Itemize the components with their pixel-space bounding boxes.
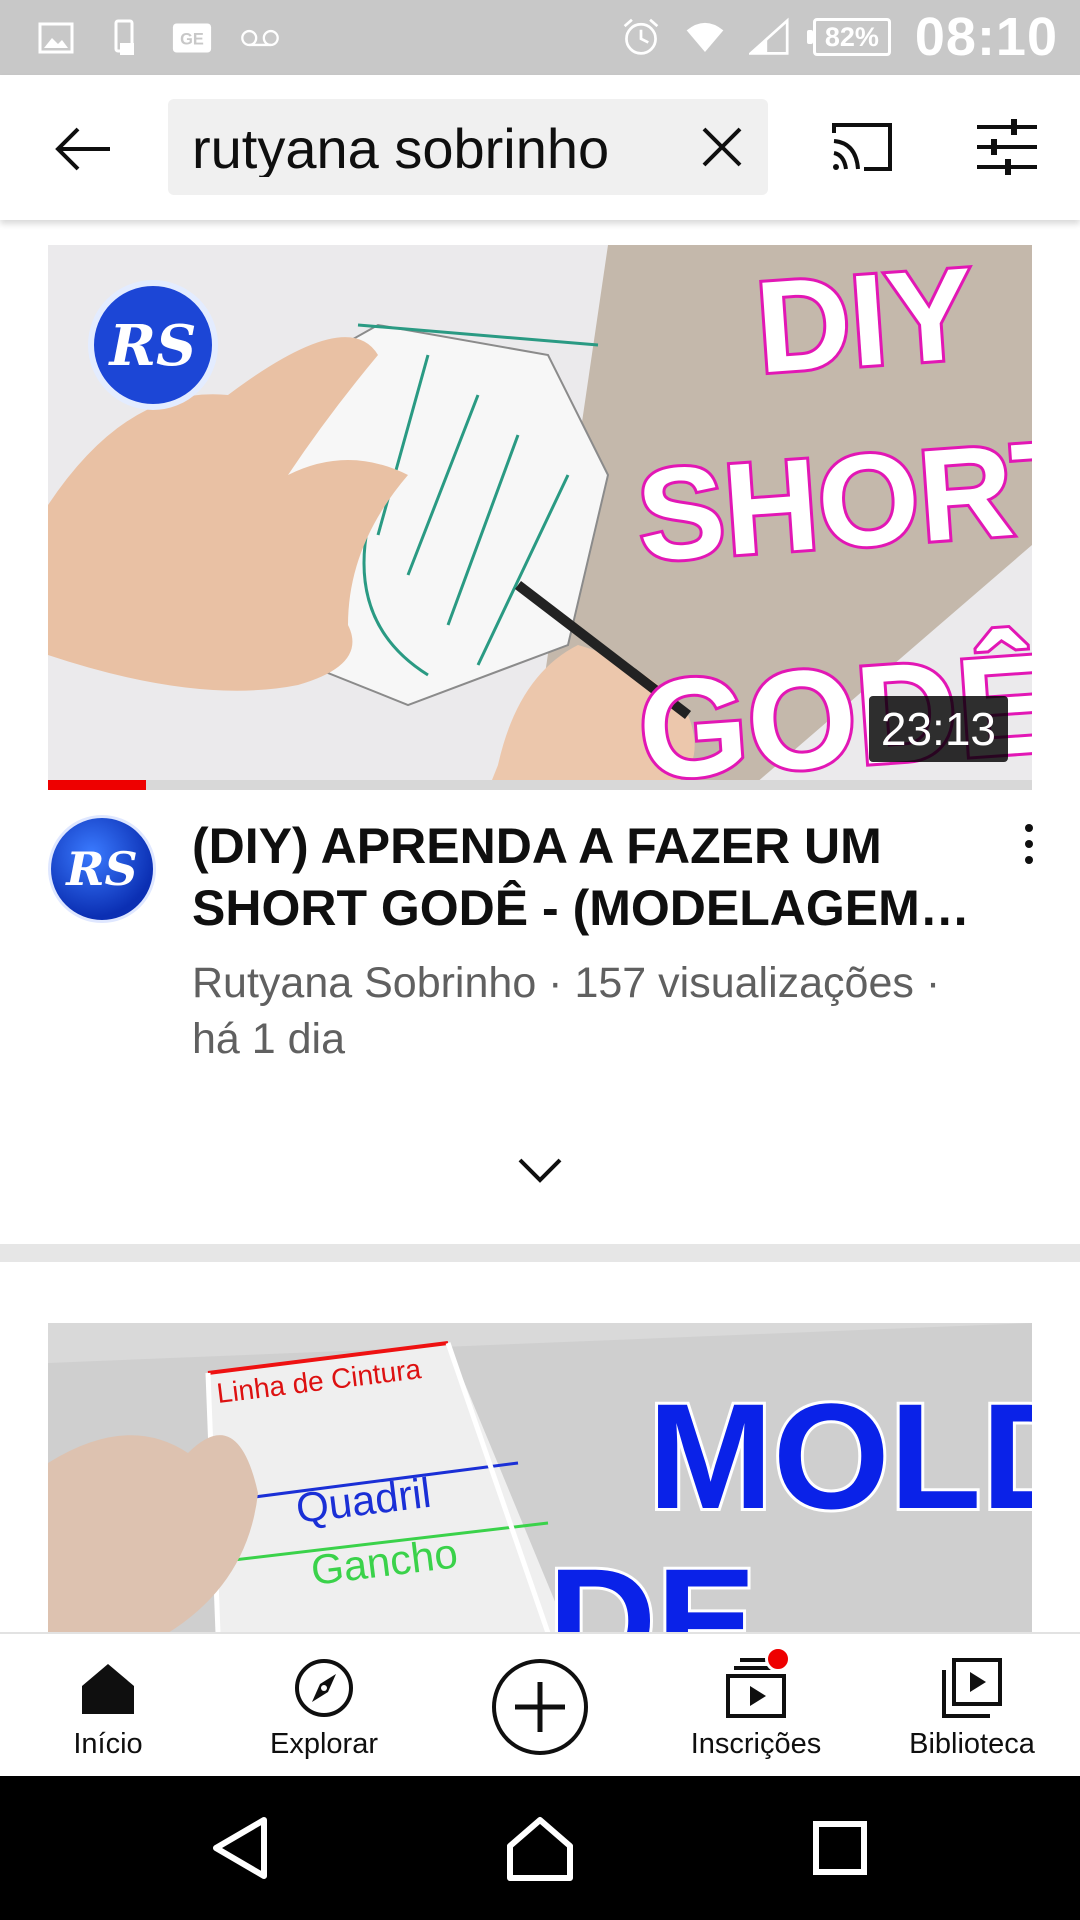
wifi-icon	[685, 17, 725, 57]
video-title-line-1: (DIY) APRENDA A FAZER UM	[192, 818, 882, 874]
home-icon	[82, 1664, 134, 1714]
nav-subscriptions[interactable]: Inscrições	[683, 1634, 829, 1778]
signal-icon	[748, 17, 789, 57]
status-bar: GE 82% 08:10	[0, 0, 1080, 75]
video-meta-line-1: Rutyana Sobrinho · 157 visualizações ·	[192, 959, 941, 1007]
nav-create[interactable]	[486, 1634, 594, 1778]
voicemail-icon	[240, 18, 280, 58]
system-home-icon	[507, 1817, 573, 1881]
bottom-navigation: Início Explorar Inscrições Biblioteca	[0, 1632, 1080, 1778]
video-meta-line-2: há 1 dia	[192, 1015, 346, 1063]
system-recents-button[interactable]	[804, 1812, 876, 1884]
cast-button[interactable]	[830, 119, 894, 175]
filter-icon	[977, 119, 1037, 175]
clear-icon	[702, 127, 742, 167]
search-query[interactable]: rutyana sobrinho	[192, 121, 632, 177]
kebab-menu-icon	[1025, 824, 1033, 864]
cast-icon	[832, 123, 892, 171]
video-title[interactable]: (DIY) APRENDA A FAZER UM SHORT GODÊ - (M…	[192, 815, 982, 940]
search-header: rutyana sobrinho	[0, 75, 1080, 220]
library-icon	[942, 1658, 1002, 1718]
nav-explore-label: Explorar	[270, 1728, 378, 1760]
video-thumbnail[interactable]: RS DIY SHORT GODÊ 23:13	[48, 245, 1032, 790]
video-thumbnail-2[interactable]: Linha de Cintura Quadril Gancho MOLDE DE	[48, 1323, 1032, 1633]
nav-library[interactable]: Biblioteca	[904, 1634, 1040, 1778]
thumb2-caption-2: DE	[548, 1537, 756, 1633]
system-navigation-bar	[0, 1776, 1080, 1920]
create-icon	[492, 1659, 588, 1755]
nav-explore[interactable]: Explorar	[254, 1634, 394, 1778]
watch-progress-fill	[48, 780, 147, 790]
thumb-caption-2: SHORT	[633, 411, 1032, 588]
search-field[interactable]: rutyana sobrinho	[168, 99, 768, 195]
avatar-initials: RS	[66, 842, 138, 896]
video-metadata: Rutyana Sobrinho · 157 visualizações · h…	[192, 955, 1012, 1067]
thumbnail-image-2: Linha de Cintura Quadril Gancho MOLDE DE	[48, 1323, 1032, 1633]
svg-text:GE: GE	[180, 30, 204, 48]
phone-icon	[104, 18, 144, 58]
watch-progress-bar	[48, 780, 1032, 790]
chevron-down-icon	[518, 1158, 562, 1183]
more-options-button[interactable]	[1014, 820, 1044, 870]
battery-indicator: 82%	[806, 18, 891, 56]
video-title-line-2: SHORT GODÊ - (MODELAGEM…	[192, 880, 970, 936]
system-back-button[interactable]	[206, 1812, 278, 1884]
video-duration: 23:13	[868, 696, 1008, 762]
nav-home-label: Início	[73, 1728, 143, 1760]
thumb-badge: RS	[108, 313, 197, 379]
image-icon	[36, 18, 76, 58]
expand-button[interactable]	[514, 1150, 566, 1190]
thumb2-caption-1: MOLDE	[648, 1372, 1032, 1540]
thumb-caption-1: DIY	[752, 245, 978, 400]
clock: 08:10	[914, 7, 1058, 67]
back-arrow-icon	[55, 127, 110, 171]
alarm-icon	[621, 17, 661, 57]
nav-library-label: Biblioteca	[909, 1728, 1035, 1760]
system-home-button[interactable]	[504, 1812, 576, 1884]
nav-home[interactable]: Início	[40, 1634, 176, 1778]
ge-icon: GE	[172, 18, 212, 58]
filter-button[interactable]	[975, 117, 1039, 177]
system-recents-icon	[813, 1821, 867, 1875]
section-divider	[0, 1244, 1080, 1262]
back-button[interactable]	[52, 117, 116, 181]
notification-badge	[765, 1646, 791, 1672]
channel-avatar[interactable]: RS	[48, 815, 156, 923]
nav-subscriptions-label: Inscrições	[690, 1728, 822, 1760]
system-back-icon	[213, 1817, 267, 1879]
compass-icon	[295, 1659, 353, 1717]
clear-search-button[interactable]	[698, 123, 746, 171]
